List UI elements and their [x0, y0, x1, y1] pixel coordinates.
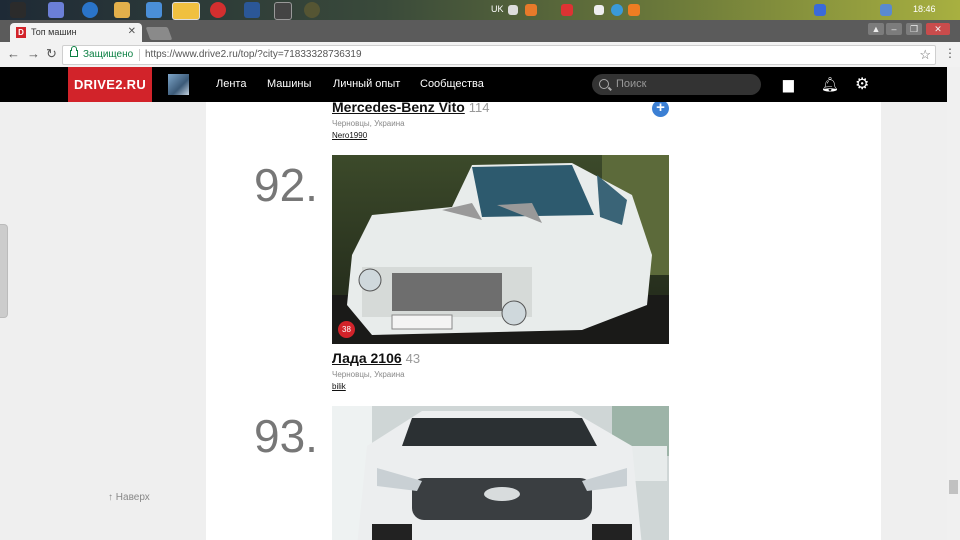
divider: [139, 49, 140, 61]
lock-icon: [70, 46, 78, 57]
tray-icon[interactable]: [611, 4, 623, 16]
tray-icon[interactable]: [508, 5, 518, 15]
secure-label: Защищено: [83, 49, 134, 60]
add-follow-button[interactable]: +: [652, 102, 669, 117]
tab-title: Топ машин: [31, 27, 77, 37]
security-app-icon[interactable]: [114, 2, 130, 18]
folder-icon[interactable]: [146, 2, 162, 18]
tab-strip: D Топ машин ✕ ▲ – ❐ ✕: [0, 20, 960, 42]
back-arrow-icon[interactable]: ←: [7, 46, 20, 61]
user-profile-button[interactable]: ▲: [868, 23, 884, 35]
language-indicator[interactable]: UK: [491, 4, 504, 14]
opera-icon[interactable]: [210, 2, 226, 18]
tray-icon[interactable]: [880, 4, 892, 16]
vk-icon[interactable]: [814, 4, 826, 16]
messages-icon[interactable]: ▆: [783, 76, 794, 93]
lada-photo-image: [332, 155, 669, 344]
car-photo[interactable]: 38: [332, 155, 669, 344]
close-window-button[interactable]: ✕: [926, 23, 950, 35]
search-icon: [599, 79, 609, 89]
nav-feed[interactable]: Лента: [216, 78, 246, 90]
search-input[interactable]: Поиск: [592, 74, 761, 95]
car-title-link[interactable]: Mercedes-Benz Vito 114: [332, 102, 490, 115]
car-title-link[interactable]: Лада 2106 43: [332, 350, 420, 366]
drive2-favicon-icon: D: [16, 27, 26, 38]
browser-toolbar: ← → ↻ Защищено https://www.drive2.ru/top…: [0, 42, 960, 68]
maximize-button[interactable]: ❐: [906, 23, 922, 35]
back-to-top-label: Наверх: [115, 492, 150, 503]
car-owner-link[interactable]: bilik: [332, 382, 346, 391]
media-app-icon[interactable]: [304, 2, 320, 18]
car-rating-count: 114: [468, 102, 490, 115]
scrollbar[interactable]: [947, 67, 960, 540]
window-switch-icon[interactable]: [274, 2, 292, 20]
chrome-icon[interactable]: [172, 2, 200, 20]
new-tab-button[interactable]: [145, 27, 173, 40]
volume-icon[interactable]: [594, 5, 604, 15]
search-placeholder: Поиск: [616, 78, 647, 90]
car-name: Лада 2106: [332, 350, 402, 366]
nav-communities[interactable]: Сообщества: [420, 78, 484, 90]
notifications-bell-icon[interactable]: 🔔︎: [821, 76, 839, 93]
rank-number: 93.: [254, 410, 318, 462]
url-text[interactable]: https://www.drive2.ru/top/?city=71833328…: [145, 49, 362, 60]
top-cars-list: Mercedes-Benz Vito 114 + Черновцы, Украин…: [206, 102, 881, 540]
photo-count-badge: 38: [338, 321, 355, 338]
forward-arrow-icon[interactable]: →: [27, 46, 40, 61]
nav-cars[interactable]: Машины: [267, 78, 311, 90]
back-to-top-link[interactable]: ↑ Наверх: [108, 492, 150, 503]
minimize-button[interactable]: –: [886, 23, 902, 35]
tab-active[interactable]: D Топ машин ✕: [10, 23, 142, 42]
browser-app-icon[interactable]: [82, 2, 98, 18]
car-location: Черновцы, Украина: [332, 370, 405, 379]
nav-experience[interactable]: Личный опыт: [333, 78, 400, 90]
scrollbar-thumb[interactable]: [949, 480, 958, 494]
browser-menu-icon[interactable]: ⋮: [944, 46, 956, 60]
settings-gear-icon[interactable]: ⚙: [855, 74, 869, 94]
word-icon[interactable]: [244, 2, 260, 18]
tray-icon[interactable]: [628, 4, 640, 16]
address-bar[interactable]: Защищено https://www.drive2.ru/top/?city…: [62, 45, 936, 65]
kia-photo-image: [332, 406, 669, 540]
site-header: DRIVE2.RU Лента Машины Личный опыт Сообщ…: [0, 67, 947, 102]
pinned-app-icon[interactable]: [10, 2, 26, 18]
site-logo[interactable]: DRIVE2.RU: [68, 67, 152, 102]
tray-icon[interactable]: [525, 4, 537, 16]
clock[interactable]: 18:46: [913, 4, 936, 14]
car-photo[interactable]: [332, 406, 669, 540]
tab-close-icon[interactable]: ✕: [128, 26, 136, 37]
windows-taskbar: UK 18:46: [0, 0, 960, 20]
tray-icon[interactable]: [561, 4, 573, 16]
mail-app-icon[interactable]: [48, 2, 64, 18]
bookmark-star-icon[interactable]: ☆: [919, 47, 931, 63]
car-location: Черновцы, Украина: [332, 119, 405, 128]
side-panel-handle[interactable]: [0, 224, 8, 318]
reload-icon[interactable]: ↻: [46, 46, 57, 62]
avatar[interactable]: [168, 74, 189, 95]
car-name: Mercedes-Benz Vito: [332, 102, 465, 115]
rank-number: 92.: [254, 159, 318, 211]
car-rating-count: 43: [405, 351, 421, 366]
car-owner-link[interactable]: Nero1990: [332, 131, 367, 140]
